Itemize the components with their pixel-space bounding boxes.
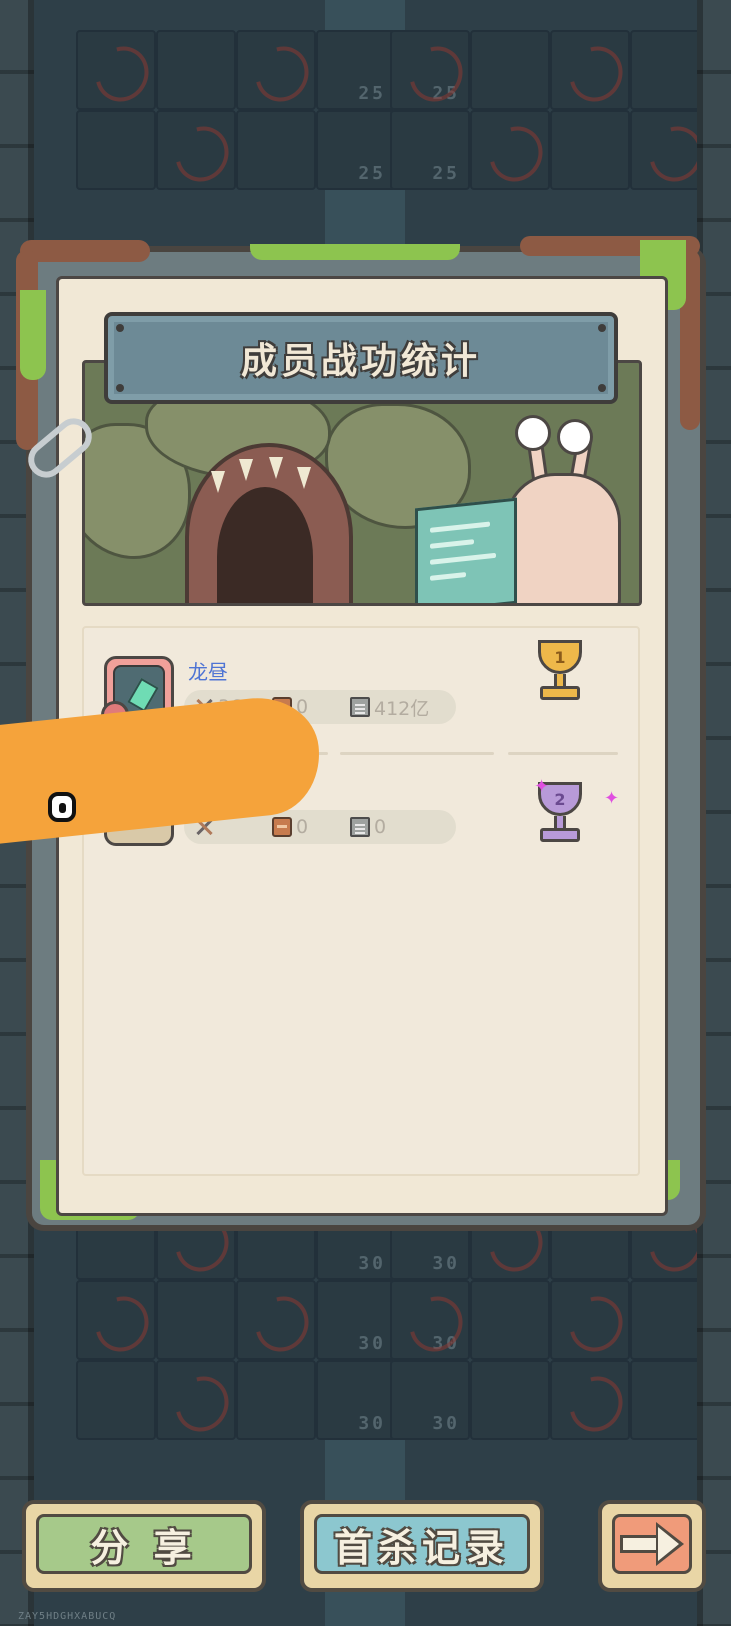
stone-tile: [550, 1360, 630, 1440]
stone-grid-bottom-left: 30 30 30: [76, 1200, 396, 1440]
stone-tile: 30: [316, 1360, 396, 1440]
slime-drip: [20, 290, 46, 380]
snail-eye: [515, 415, 551, 451]
stone-grid-top-left: 25 25: [76, 30, 396, 190]
share-button-label: 分 享: [90, 1525, 198, 1570]
share-button[interactable]: 分 享: [22, 1500, 266, 1592]
tablet-line: [430, 552, 496, 565]
tile-number: 25: [358, 163, 386, 184]
stone-tile: [236, 30, 316, 110]
stone-tile: [156, 1360, 236, 1440]
stone-tile: 25: [390, 30, 470, 110]
damage-value: 412亿: [374, 697, 430, 720]
stone-tile: [236, 1280, 316, 1360]
trophy-base: [540, 686, 580, 700]
tablet-line: [430, 539, 474, 549]
arrow-right-icon: [620, 1522, 684, 1566]
stone-tile: [470, 30, 550, 110]
divider: [508, 752, 618, 755]
member-name: 龙昼: [188, 660, 228, 684]
vine-decoration: [20, 240, 150, 262]
rivet: [598, 324, 606, 332]
scrolls-value: 0: [296, 816, 309, 838]
stone-tile: 30: [390, 1360, 470, 1440]
tile-number: 25: [358, 83, 386, 104]
tile-number: 30: [432, 1333, 460, 1354]
stone-tile: [156, 110, 236, 190]
stone-tile: 25: [390, 110, 470, 190]
stone-tile: [156, 1280, 236, 1360]
tablet-line: [430, 521, 490, 533]
stone-tile: 30: [316, 1280, 396, 1360]
stone-grid-bottom-right: 30 30 30: [390, 1200, 710, 1440]
maw-opening: [217, 487, 313, 603]
tablet-device: [415, 497, 517, 603]
stone-tile: [470, 110, 550, 190]
damage-stat: 0: [350, 816, 450, 838]
stone-tile: [76, 1280, 156, 1360]
stone-tile: [76, 1360, 156, 1440]
watermark: ZAY5HDGHXABUCQ: [18, 1611, 117, 1622]
rivet: [116, 324, 124, 332]
sparkle-icon: ✦: [534, 776, 550, 797]
arrow-head-fill: [658, 1527, 679, 1561]
stone-tile: [156, 30, 236, 110]
rivet: [116, 384, 124, 392]
stone-tile: [550, 1280, 630, 1360]
trophy-cup: 1: [538, 640, 582, 674]
stone-tile: [470, 1360, 550, 1440]
trophy-base: [540, 828, 580, 842]
arrow-shaft: [620, 1535, 660, 1553]
tile-number: 30: [358, 1413, 386, 1434]
document-icon: [350, 817, 370, 837]
tile-number: 30: [358, 1253, 386, 1274]
tablet-line: [430, 572, 466, 581]
stone-tile: [76, 30, 156, 110]
trophy-stem: [554, 674, 566, 686]
stone-tile: [550, 30, 630, 110]
stone-tile: [236, 1360, 316, 1440]
gold-trophy-icon: 1: [532, 640, 588, 702]
first-kill-record-button[interactable]: 首杀记录: [300, 1500, 544, 1592]
tooth: [211, 471, 225, 493]
tooth: [269, 457, 283, 479]
sparkle-icon: ✦: [604, 788, 620, 809]
stone-tile: 25: [316, 30, 396, 110]
panel-title: 成员战功统计: [240, 341, 481, 382]
trophy-stem: [554, 816, 566, 828]
rivet: [598, 384, 606, 392]
tooth: [239, 459, 253, 481]
stone-tile: 30: [390, 1280, 470, 1360]
snail-eye: [557, 419, 593, 455]
tile-number: 30: [432, 1413, 460, 1434]
tile-number: 30: [358, 1333, 386, 1354]
share-button-face: 分 享: [36, 1514, 252, 1574]
title-plate: 成员战功统计: [104, 312, 618, 404]
record-button-face: 首杀记录: [314, 1514, 530, 1574]
slime-drip: [250, 244, 460, 260]
stone-tile: [550, 110, 630, 190]
blob-eye-icon: [48, 792, 76, 822]
damage-value: 0: [374, 816, 387, 838]
tile-number: 25: [432, 163, 460, 184]
stone-tile: 25: [316, 110, 396, 190]
tile-number: 25: [432, 83, 460, 104]
divider: [340, 752, 494, 755]
scrolls-stat: 0: [272, 816, 342, 838]
record-button-label: 首杀记录: [333, 1525, 510, 1570]
damage-stat: 412亿: [350, 694, 450, 721]
next-button-face: [612, 1514, 692, 1574]
gem-icon: [127, 677, 159, 713]
tile-number: 30: [432, 1253, 460, 1274]
stone-tile: [470, 1280, 550, 1360]
next-button[interactable]: [598, 1500, 706, 1592]
scroll-icon: [272, 817, 292, 837]
snail-character: [505, 473, 621, 603]
stone-grid-top-right: 25 25: [390, 30, 710, 190]
document-icon: [350, 697, 370, 717]
stone-tile: [76, 110, 156, 190]
tooth: [297, 467, 311, 489]
stone-tile: [236, 110, 316, 190]
